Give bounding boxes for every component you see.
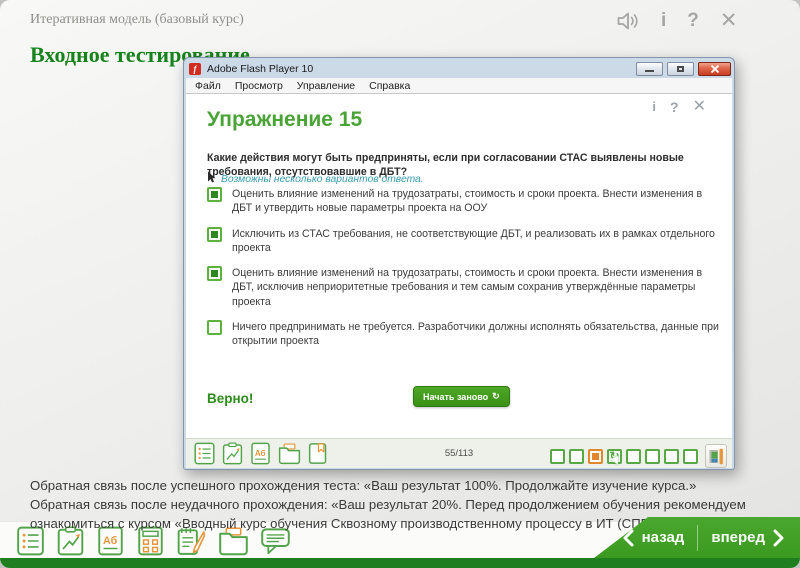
exercise-hint: Возможны несколько вариантов ответа. [207,170,424,188]
checkbox-icon[interactable] [207,266,222,282]
answer-option[interactable]: Оценить влияние изменений на трудозатрат… [207,187,719,216]
feedback-line: Обратная связь после успешного прохожден… [30,478,697,493]
flash-player-window: f Adobe Flash Player 10 Файл Просмотр Уп… [183,57,735,470]
course-player: Итеративная модель (базовый курс) i ? ✕ … [0,0,800,568]
forward-button-label: вперед [711,529,765,546]
exit-course-button[interactable] [705,444,727,468]
exit-icon [709,448,723,464]
player-top-controls: i ? ✕ [616,8,738,34]
slide-nav-square[interactable] [645,448,660,464]
answer-option[interactable]: Исключить из СТАС требования, не соответ… [207,226,719,256]
option-text: Оценить влияние изменений на трудозатрат… [232,188,703,215]
checkbox-icon[interactable] [207,187,222,202]
info-icon[interactable]: i [661,8,666,34]
bottom-accent-bar [0,558,800,568]
slide-controls: i ? ✕ [652,97,706,117]
slide-nav-square[interactable] [550,448,565,464]
restore-button[interactable] [667,61,694,76]
chevron-right-icon [773,529,784,546]
close-icon[interactable]: ✕ [720,8,738,34]
answer-options: Оценить влияние изменений на трудозатрат… [207,187,719,349]
menu-file[interactable]: Файл [189,80,229,92]
checkbox-icon[interactable] [207,320,222,336]
slide-nav-square[interactable] [626,448,641,464]
menu-view[interactable]: Просмотр [229,80,291,92]
slide-content: i ? ✕ Упражнение 15 Какие действия могут… [186,94,732,438]
answer-option[interactable]: Ничего предпринимать не требуется. Разра… [207,320,719,349]
answer-option[interactable]: Оценить влияние изменений на трудозатрат… [207,266,719,309]
slide-nav-square-replay-icon[interactable] [607,448,622,464]
slide-nav-square[interactable] [683,448,698,464]
window-title: Adobe Flash Player 10 [207,62,314,75]
slide-close-icon[interactable]: ✕ [693,97,706,117]
slide-nav-square-current[interactable] [588,448,603,464]
option-text: Оценить влияние изменений на трудозатрат… [232,267,703,308]
window-menubar: Файл Просмотр Управление Справка [186,78,732,94]
restart-icon: ↻ [492,391,500,401]
option-text: Исключить из СТАС требования, не соответ… [232,227,715,254]
forward-button[interactable]: вперед [698,529,800,547]
slide-toolbar: Аб 55/113 [186,438,732,468]
flash-player-icon: f [189,62,201,75]
minimize-button[interactable] [636,61,663,76]
hint-text: Возможны несколько вариантов ответа. [221,173,424,185]
exercise-title: Упражнение 15 [207,108,363,131]
menu-help[interactable]: Справка [363,80,418,92]
back-button-label: назад [641,529,685,546]
slide-nav-square[interactable] [569,448,584,464]
restart-button-label: Начать заново [423,391,489,402]
slide-nav-squares [550,444,727,468]
menu-control[interactable]: Управление [291,80,363,92]
window-close-button[interactable] [698,61,731,76]
svg-text:Аб: Аб [103,535,118,547]
checkbox-icon[interactable] [207,226,222,242]
restart-button[interactable]: Начать заново ↻ [413,386,510,407]
slide-nav-square[interactable] [664,448,679,464]
window-titlebar[interactable]: f Adobe Flash Player 10 [186,58,732,78]
feedback-line: Обратная связь после неудачного прохожде… [30,497,746,512]
help-icon[interactable]: ? [687,8,699,34]
cursor-icon [207,170,216,188]
result-label: Верно! [207,391,254,406]
slide-info-icon[interactable]: i [652,97,656,117]
sound-icon[interactable] [616,10,640,32]
slide-help-icon[interactable]: ? [670,97,679,117]
course-title: Итеративная модель (базовый курс) [30,12,244,27]
option-text: Ничего предпринимать не требуется. Разра… [232,321,719,348]
